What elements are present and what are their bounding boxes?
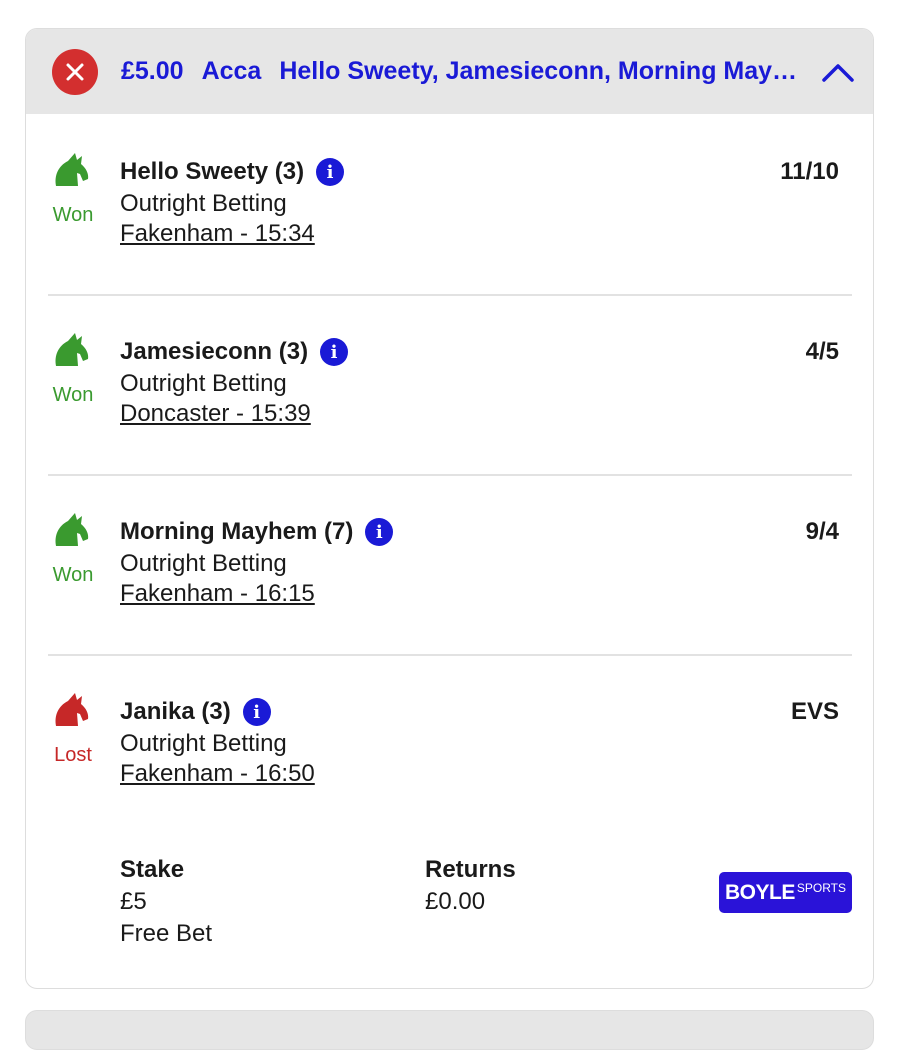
selection-row: Won Morning Mayhem (7) i 9/4 Outright Be… [48,474,852,656]
selection-name: Morning Mayhem (7) i [120,518,394,546]
market-name: Outright Betting [120,550,287,577]
info-icon[interactable]: i [320,338,349,366]
selection-odds: 11/10 [780,158,839,185]
free-bet-note: Free Bet [120,920,213,947]
selection-odds: 4/5 [805,338,839,365]
result-status: Lost [54,744,92,766]
selection-row: Won Jamesieconn (3) i 4/5 Outright Betti… [48,294,852,476]
stake-value: £5 [120,888,147,915]
bet-footer: Stake £5 Free Bet Returns £0.00 BOYLE SPO… [26,849,873,988]
selection-odds: 9/4 [805,518,839,545]
chevron-up-icon [822,64,854,82]
selection-row: Won Hello Sweety (3) i 11/10 Outright Be… [48,114,852,296]
horse-head-icon [55,513,89,546]
selection-name: Janika (3) i [120,698,271,726]
stake-label: Stake [120,856,185,883]
info-icon[interactable]: i [242,698,271,726]
selection-name-text: Jamesieconn (3) [120,338,309,365]
boylesports-logo: BOYLE SPORTS [719,872,852,913]
collapse-button[interactable] [820,55,856,91]
bet-stake: £5.00 [121,57,184,85]
horse-head-icon [55,153,89,186]
horse-head-icon [55,693,89,726]
selection-row: Lost Janika (3) i EVS Outright Betting F… [48,654,852,834]
selection-name-text: Janika (3) [120,698,231,725]
result-status: Won [52,204,94,226]
close-button[interactable] [52,49,98,95]
selection-name: Jamesieconn (3) i [120,338,349,366]
market-name: Outright Betting [120,190,287,217]
selection-name-text: Hello Sweety (3) [120,158,305,185]
result-status: Won [52,384,94,406]
bet-summary: £5.00 Acca Hello Sweety, Jamesieconn, Morn… [121,57,821,86]
horse-head-icon [55,333,89,366]
bet-card: £5.00 Acca Hello Sweety, Jamesieconn, Morn… [25,28,874,989]
selection-name-text: Morning Mayhem (7) [120,518,354,545]
event-link[interactable]: Fakenham - 15:34 [120,220,315,248]
next-bet-card[interactable] [25,1010,874,1050]
returns-value: £0.00 [425,888,486,915]
bet-header[interactable]: £5.00 Acca Hello Sweety, Jamesieconn, Morn… [26,29,873,114]
brand-sub: SPORTS [796,880,846,895]
market-name: Outright Betting [120,730,287,757]
event-link[interactable]: Fakenham - 16:50 [120,760,315,788]
info-icon[interactable]: i [365,518,394,546]
selection-odds: EVS [790,698,839,725]
selection-name: Hello Sweety (3) i [120,158,345,186]
selections-summary: Hello Sweety, Jamesieconn, Morning May… [279,57,798,85]
event-link[interactable]: Fakenham - 16:15 [120,580,315,608]
info-icon[interactable]: i [316,158,345,186]
market-name: Outright Betting [120,370,287,397]
bet-type: Acca [201,57,262,85]
returns-label: Returns [425,856,516,883]
brand-main: BOYLE [725,880,795,904]
close-icon [66,63,84,81]
result-status: Won [52,564,94,586]
event-link[interactable]: Doncaster - 15:39 [120,400,311,428]
